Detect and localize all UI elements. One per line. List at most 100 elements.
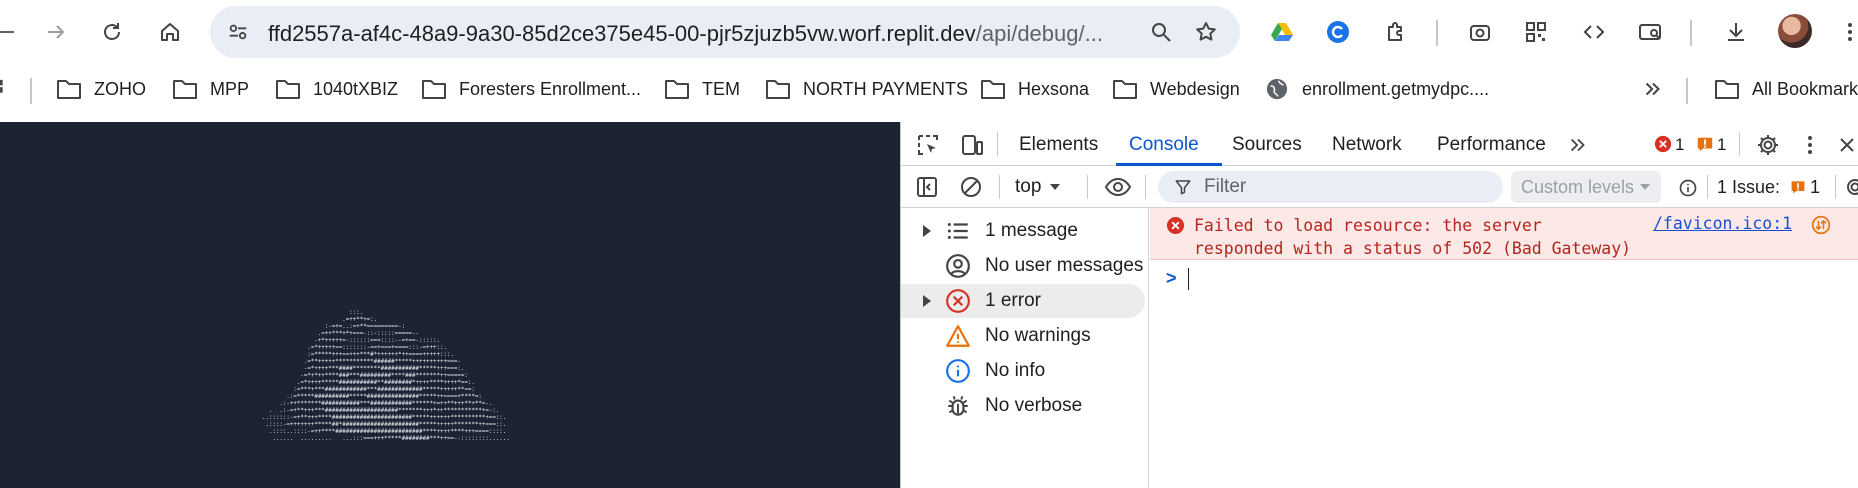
log-levels-label: Custom levels [1521, 177, 1635, 197]
bookmark-item[interactable]: NORTH PAYMENTS [765, 74, 968, 104]
expand-triangle-icon[interactable] [923, 225, 931, 237]
bookmarks-divider [30, 78, 32, 104]
sidebar-item-errors[interactable]: 1 error [901, 284, 1145, 318]
inspect-cursor-icon [918, 135, 938, 155]
bookmark-item[interactable]: TEM [664, 74, 740, 104]
warning-count-icon[interactable] [1695, 134, 1715, 154]
filter-input[interactable]: Filter [1158, 171, 1503, 203]
home-button[interactable] [150, 12, 190, 52]
bookmark-item[interactable]: MPP [172, 74, 249, 104]
reading-mode-button[interactable] [1630, 12, 1670, 52]
bookmark-item[interactable]: Hexsona [980, 74, 1089, 104]
bookmark-label: ZOHO [94, 78, 146, 99]
clear-console-button[interactable] [957, 173, 985, 201]
warning-count: 1 [1717, 135, 1727, 154]
bookmark-label: All Bookmarks [1752, 78, 1858, 99]
error-count-icon[interactable] [1653, 134, 1673, 154]
bookmark-item[interactable]: 1040tXBIZ [275, 74, 398, 104]
user-icon [943, 251, 973, 281]
console-error-message[interactable]: Failed to load resource: the server resp… [1150, 208, 1858, 260]
back-button[interactable] [0, 12, 26, 52]
caret-down-icon [1050, 184, 1061, 190]
more-bookmarks-button[interactable] [1640, 74, 1678, 104]
expand-triangle-icon[interactable] [923, 295, 931, 307]
close-devtools-button[interactable] [1835, 130, 1858, 160]
tab-performance[interactable]: Performance [1437, 134, 1546, 156]
google-drive-icon [1271, 23, 1293, 41]
all-bookmarks-button[interactable]: All Bookmarks [1714, 74, 1858, 104]
sidebar-item-warnings[interactable]: No warnings [901, 319, 1145, 353]
bug-icon [943, 391, 973, 421]
profile-avatar[interactable] [1778, 14, 1812, 48]
apps-button[interactable] [0, 74, 24, 104]
bookmark-star-icon[interactable] [1192, 18, 1220, 46]
tab-elements[interactable]: Elements [1019, 134, 1098, 156]
issues-button[interactable]: 1 Issue: 1 [1717, 171, 1820, 203]
google-drive-extension[interactable] [1262, 12, 1302, 52]
tab-network[interactable]: Network [1332, 134, 1402, 156]
filter-divider [999, 175, 1000, 199]
context-selector[interactable]: top [1015, 171, 1061, 203]
inspect-element-button[interactable] [913, 130, 943, 160]
downloads-button[interactable] [1716, 12, 1756, 52]
console-input[interactable] [1188, 268, 1189, 290]
folder-icon [422, 80, 446, 99]
puzzle-icon [1388, 22, 1402, 41]
tab-console[interactable]: Console [1129, 134, 1199, 156]
site-info-icon[interactable] [224, 18, 252, 46]
bookmark-item[interactable]: enrollment.getmydpc.... [1264, 74, 1489, 104]
home-icon [161, 23, 179, 41]
error-source-link[interactable]: /favicon.ico:1 [1653, 214, 1792, 233]
log-levels-dropdown[interactable]: Custom levels [1511, 171, 1661, 203]
warning-icon [943, 321, 973, 351]
address-bar[interactable]: ffd2557a-af4c-48a9-9a30-85d2ce375e45-00-… [210, 6, 1240, 58]
filter-divider [1145, 175, 1146, 199]
globe-icon [1266, 78, 1288, 100]
extension-c-button[interactable] [1318, 12, 1358, 52]
close-icon [1840, 138, 1854, 152]
issues-info-icon[interactable] [1677, 177, 1699, 199]
issues-count: 1 [1810, 176, 1821, 197]
more-vert-icon [1808, 136, 1812, 154]
error-count: 1 [1675, 135, 1685, 154]
arrow-right-icon [48, 25, 65, 39]
tab-sources[interactable]: Sources [1232, 134, 1302, 156]
settings-button[interactable] [1753, 130, 1783, 160]
tab-divider [1739, 132, 1740, 156]
issues-label: 1 Issue: [1717, 176, 1781, 197]
screenshot-button[interactable] [1460, 12, 1500, 52]
device-toolbar-button[interactable] [957, 130, 987, 160]
tab-divider [997, 132, 998, 156]
reload-button[interactable] [92, 12, 132, 52]
reload-icon [104, 23, 120, 40]
more-tabs-button[interactable] [1565, 132, 1591, 158]
live-expression-button[interactable] [1101, 173, 1135, 201]
folder-icon [981, 80, 1005, 99]
qr-code-button[interactable] [1516, 12, 1556, 52]
sidebar-item-verbose[interactable]: No verbose [901, 389, 1145, 423]
devtools-code-button[interactable] [1574, 12, 1614, 52]
sidebar-icon [917, 177, 937, 197]
bookmark-label: MPP [210, 78, 250, 99]
zoom-icon[interactable] [1147, 18, 1175, 46]
network-request-icon[interactable] [1810, 214, 1832, 236]
filter-funnel-icon [1175, 180, 1191, 195]
bookmark-item[interactable]: Webdesign [1112, 74, 1240, 104]
bookmark-item[interactable]: Foresters Enrollment... [421, 74, 641, 104]
bookmark-item[interactable]: ZOHO [56, 74, 146, 104]
caret-down-icon [1640, 184, 1650, 190]
console-settings-button[interactable] [1843, 173, 1858, 201]
forward-button[interactable] [36, 12, 76, 52]
bookmark-label: TEM [702, 78, 740, 99]
sidebar-item-messages[interactable]: 1 message [901, 214, 1145, 248]
devtools-menu-button[interactable] [1797, 130, 1823, 160]
folder-icon [276, 80, 300, 99]
chrome-menu-button[interactable] [1830, 12, 1858, 52]
toggle-sidebar-button[interactable] [913, 173, 941, 201]
gear-icon [1847, 179, 1858, 195]
sidebar-item-info[interactable]: No info [901, 354, 1145, 388]
extensions-button[interactable] [1376, 12, 1416, 52]
sidebar-item-user-messages[interactable]: No user messages [901, 249, 1145, 283]
url-text[interactable]: ffd2557a-af4c-48a9-9a30-85d2ce375e45-00-… [268, 21, 1103, 47]
sidebar-item-label: No info [985, 360, 1046, 381]
